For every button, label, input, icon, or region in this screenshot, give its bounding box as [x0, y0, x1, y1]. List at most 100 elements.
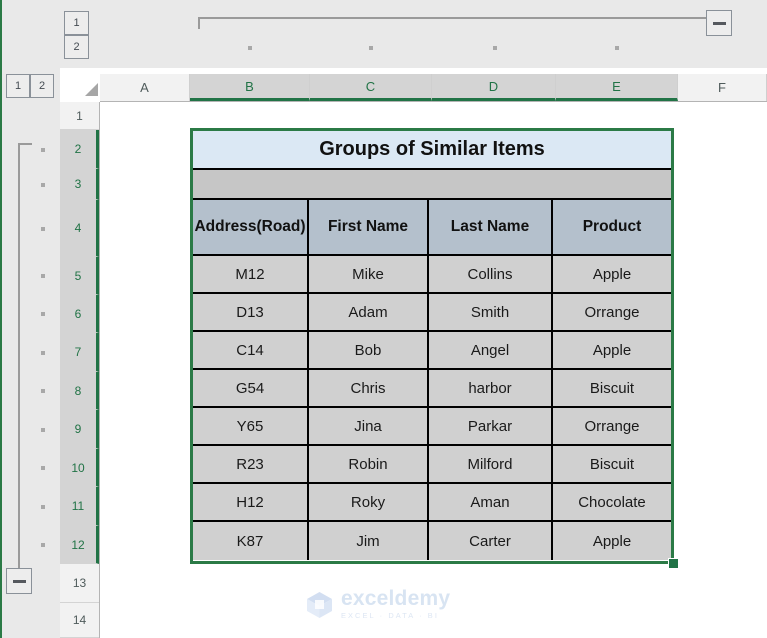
column-outline-dot [493, 46, 497, 50]
column-header-d[interactable]: D [432, 74, 556, 101]
table-row[interactable]: Y65 Jina Parkar Orrange [193, 408, 671, 446]
column-header-e[interactable]: E [556, 74, 678, 101]
column-header-b[interactable]: B [190, 74, 310, 101]
table-row[interactable]: D13 Adam Smith Orrange [193, 294, 671, 332]
table-cell[interactable]: Collins [429, 256, 553, 294]
table-cell[interactable]: harbor [429, 370, 553, 408]
table-cell[interactable]: Y65 [193, 408, 309, 446]
table-row[interactable]: C14 Bob Angel Apple [193, 332, 671, 370]
table-cell[interactable]: Biscuit [553, 370, 671, 408]
row-outline-dot [41, 351, 45, 355]
row-header-3[interactable]: 3 [60, 169, 99, 200]
row-header-13[interactable]: 13 [60, 564, 99, 603]
table-cell[interactable]: C14 [193, 332, 309, 370]
table-cell[interactable]: Chris [309, 370, 429, 408]
table-cell[interactable]: Angel [429, 332, 553, 370]
table-header-row: Address (Road) First Name Last Name Product [193, 200, 671, 256]
table-row[interactable]: R23 Robin Milford Biscuit [193, 446, 671, 484]
table-column-header: First Name [309, 200, 429, 256]
table-row[interactable]: M12 Mike Collins Apple [193, 256, 671, 294]
selected-range-table[interactable]: Groups of Similar Items Address (Road) Fir… [190, 128, 674, 564]
column-outline-dot [369, 46, 373, 50]
column-header-f[interactable]: F [678, 74, 767, 101]
table-cell[interactable]: Jim [309, 522, 429, 560]
row-header-4[interactable]: 4 [60, 200, 99, 257]
row-outline-dot [41, 543, 45, 547]
column-outline-level-2-button[interactable]: 2 [30, 74, 54, 98]
table-cell[interactable]: H12 [193, 484, 309, 522]
table-row[interactable]: G54 Chris harbor Biscuit [193, 370, 671, 408]
row-outline-dot [41, 505, 45, 509]
row-header-9[interactable]: 9 [60, 410, 99, 449]
row-header-14[interactable]: 14 [60, 603, 99, 638]
table-cell[interactable]: Apple [553, 256, 671, 294]
table-cell[interactable]: Parkar [429, 408, 553, 446]
table-cell[interactable]: Bob [309, 332, 429, 370]
column-header-strip: ABCDEF [100, 74, 767, 102]
table-column-header: Product [553, 200, 671, 256]
column-outline-pane [0, 0, 767, 68]
row-header-1[interactable]: 1 [60, 102, 99, 130]
row-outline-dot [41, 466, 45, 470]
table-cell[interactable]: K87 [193, 522, 309, 560]
collapse-columns-button[interactable] [706, 10, 732, 36]
watermark-title: exceldemy [341, 587, 451, 611]
outline-corner-pane [0, 0, 60, 68]
row-header-6[interactable]: 6 [60, 295, 99, 333]
row-header-10[interactable]: 10 [60, 449, 99, 487]
table-cell[interactable]: Jina [309, 408, 429, 446]
table-cell[interactable]: Mike [309, 256, 429, 294]
column-outline-level-1-button[interactable]: 1 [6, 74, 30, 98]
table-cell[interactable]: Robin [309, 446, 429, 484]
excel-worksheet: 1 2 1 2 ABCDEF 1 2 3 4 5 6 7 8 9 10 11 12 13 14 Group… [0, 0, 767, 638]
exceldemy-cube-icon [305, 590, 334, 619]
row-outline-dot [41, 312, 45, 316]
row-outline-dot [41, 227, 45, 231]
watermark-subtitle: EXCEL · DATA · BI [341, 611, 439, 621]
table-cell[interactable]: R23 [193, 446, 309, 484]
row-header-2[interactable]: 2 [60, 130, 99, 169]
table-cell[interactable]: Chocolate [553, 484, 671, 522]
fill-handle[interactable] [668, 558, 679, 569]
row-group-bracket [18, 143, 32, 573]
collapse-rows-button[interactable] [6, 568, 32, 594]
column-outline-dot [615, 46, 619, 50]
exceldemy-watermark: exceldemy EXCEL · DATA · BI [305, 586, 475, 622]
row-outline-dot [41, 428, 45, 432]
row-outline-dot [41, 183, 45, 187]
window-left-edge [0, 0, 2, 638]
row-header-11[interactable]: 11 [60, 487, 99, 526]
select-all-triangle-icon [85, 83, 98, 96]
column-header-a[interactable]: A [100, 74, 190, 101]
table-cell[interactable]: Carter [429, 522, 553, 560]
table-cell[interactable]: Roky [309, 484, 429, 522]
table-cell[interactable]: M12 [193, 256, 309, 294]
select-all-button[interactable] [78, 76, 100, 98]
table-cell[interactable]: D13 [193, 294, 309, 332]
row-outline-level-1-button[interactable]: 1 [64, 11, 89, 35]
column-header-c[interactable]: C [310, 74, 432, 101]
table-cell[interactable]: Milford [429, 446, 553, 484]
row-header-8[interactable]: 8 [60, 372, 99, 410]
table-cell[interactable]: G54 [193, 370, 309, 408]
row-outline-dot [41, 148, 45, 152]
row-header-strip: 1 2 3 4 5 6 7 8 9 10 11 12 13 14 [60, 102, 100, 638]
row-header-7[interactable]: 7 [60, 333, 99, 372]
table-cell[interactable]: Aman [429, 484, 553, 522]
table-cell[interactable]: Orrange [553, 408, 671, 446]
row-outline-dot [41, 389, 45, 393]
table-title: Groups of Similar Items [193, 131, 671, 170]
table-row[interactable]: H12 Roky Aman Chocolate [193, 484, 671, 522]
table-spacer-row [193, 170, 671, 200]
table-cell[interactable]: Biscuit [553, 446, 671, 484]
column-outline-dot [248, 46, 252, 50]
table-cell[interactable]: Adam [309, 294, 429, 332]
row-outline-level-2-button[interactable]: 2 [64, 35, 89, 59]
table-cell[interactable]: Apple [553, 522, 671, 560]
row-header-12[interactable]: 12 [60, 526, 99, 564]
table-row[interactable]: K87 Jim Carter Apple [193, 522, 671, 560]
table-cell[interactable]: Smith [429, 294, 553, 332]
table-cell[interactable]: Orrange [553, 294, 671, 332]
row-header-5[interactable]: 5 [60, 257, 99, 295]
table-cell[interactable]: Apple [553, 332, 671, 370]
